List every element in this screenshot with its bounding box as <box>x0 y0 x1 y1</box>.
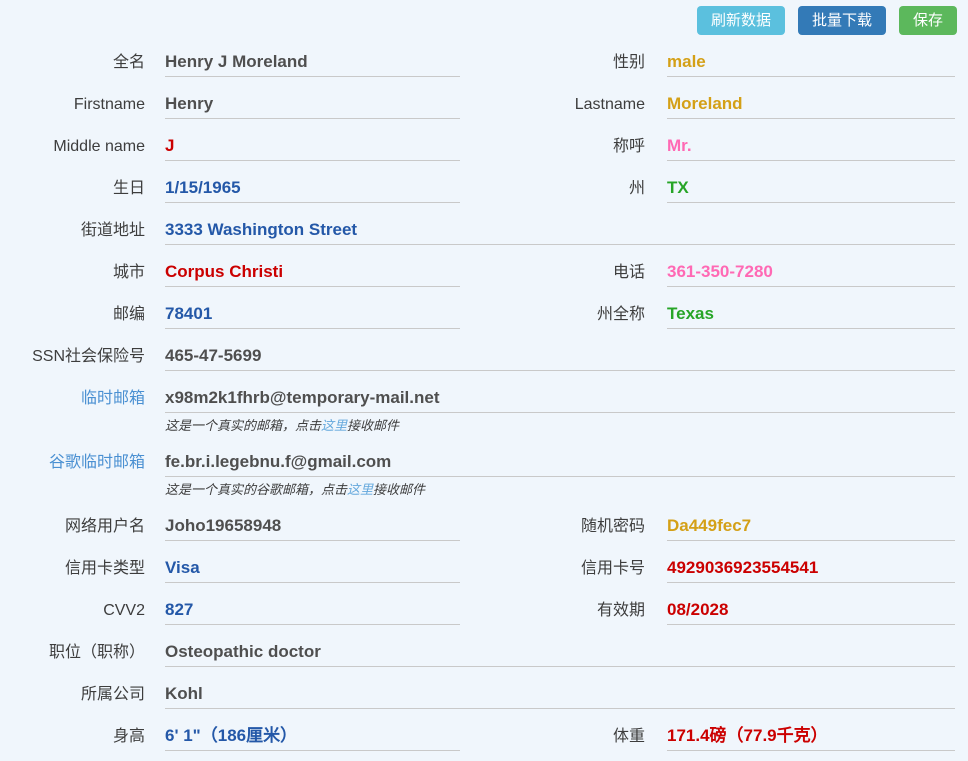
field-state-label: 州 <box>460 178 645 199</box>
row-cvv2-expiry: CVV2 827 有效期 08/2028 <box>0 599 955 625</box>
toolbar: 刷新数据 批量下载 保存 <box>0 0 968 35</box>
gmail-label-link[interactable]: 谷歌临时邮箱 <box>0 452 145 473</box>
field-phone-label: 电话 <box>460 262 645 283</box>
field-firstname-label: Firstname <box>0 94 145 115</box>
field-lastname-label: Lastname <box>460 94 645 115</box>
field-company-value: Kohl <box>165 684 203 703</box>
field-middlename-label: Middle name <box>0 136 145 157</box>
field-fullname-label: 全名 <box>0 52 145 73</box>
field-username-value: Joho19658948 <box>165 516 281 535</box>
row-ssn: SSN社会保险号 465-47-5699 <box>0 345 955 371</box>
field-ccnumber-label: 信用卡号 <box>460 558 645 579</box>
field-birthday-value: 1/15/1965 <box>165 178 241 197</box>
row-cctype-ccnumber: 信用卡类型 Visa 信用卡号 4929036923554541 <box>0 557 955 583</box>
row-fullname-gender: 全名 Henry J Moreland 性别 male <box>0 51 955 77</box>
row-birthday-state: 生日 1/15/1965 州 TX <box>0 177 955 203</box>
field-ssn-value: 465-47-5699 <box>165 346 261 365</box>
field-gender-value: male <box>667 52 706 71</box>
field-statefull-label: 州全称 <box>460 304 645 325</box>
refresh-data-button[interactable]: 刷新数据 <box>697 6 785 35</box>
row-city-phone: 城市 Corpus Christi 电话 361-350-7280 <box>0 261 955 287</box>
row-zipcode-statefull: 邮编 78401 州全称 Texas <box>0 303 955 329</box>
field-cctype-value: Visa <box>165 558 200 577</box>
field-jobtitle-label: 职位（职称） <box>0 642 145 663</box>
field-expiry-label: 有效期 <box>460 600 645 621</box>
field-height-label: 身高 <box>0 726 145 747</box>
field-cvv2-label: CVV2 <box>0 600 145 621</box>
row-firstname-lastname: Firstname Henry Lastname Moreland <box>0 93 955 119</box>
field-weight-label: 体重 <box>460 726 645 747</box>
row-username-password: 网络用户名 Joho19658948 随机密码 Da449fec7 <box>0 515 955 541</box>
field-password-label: 随机密码 <box>460 516 645 537</box>
row-middlename-salutation: Middle name J 称呼 Mr. <box>0 135 955 161</box>
row-company: 所属公司 Kohl <box>0 683 955 709</box>
identity-form: 全名 Henry J Moreland 性别 male Firstname He… <box>0 51 955 751</box>
field-lastname-value: Moreland <box>667 94 743 113</box>
field-phone-value: 361-350-7280 <box>667 262 773 281</box>
field-statefull-value: Texas <box>667 304 714 323</box>
field-gender-label: 性别 <box>460 52 645 73</box>
field-zipcode-label: 邮编 <box>0 304 145 325</box>
field-password-value: Da449fec7 <box>667 516 751 535</box>
row-gmail: 谷歌临时邮箱 fe.br.i.legebnu.f@gmail.com 这是一个真… <box>0 451 955 499</box>
row-height-weight: 身高 6' 1"（186厘米） 体重 171.4磅（77.9千克） <box>0 725 955 751</box>
field-street-value: 3333 Washington Street <box>165 220 357 239</box>
row-street: 街道地址 3333 Washington Street <box>0 219 955 245</box>
field-fullname-value: Henry J Moreland <box>165 52 308 71</box>
field-username-label: 网络用户名 <box>0 516 145 537</box>
field-salutation-value: Mr. <box>667 136 692 155</box>
field-height-value: 6' 1"（186厘米） <box>165 726 297 745</box>
field-cvv2-value: 827 <box>165 600 193 619</box>
field-ssn-label: SSN社会保险号 <box>0 346 145 367</box>
field-gmail-value: fe.br.i.legebnu.f@gmail.com <box>165 452 391 471</box>
field-weight-value: 171.4磅（77.9千克） <box>667 726 828 745</box>
row-jobtitle: 职位（职称） Osteopathic doctor <box>0 641 955 667</box>
field-zipcode-value: 78401 <box>165 304 212 323</box>
field-company-label: 所属公司 <box>0 684 145 705</box>
field-city-label: 城市 <box>0 262 145 283</box>
save-button[interactable]: 保存 <box>899 6 957 35</box>
field-salutation-label: 称呼 <box>460 136 645 157</box>
row-temp-email: 临时邮箱 x98m2k1fhrb@temporary-mail.net 这是一个… <box>0 387 955 435</box>
field-temp-email-value: x98m2k1fhrb@temporary-mail.net <box>165 388 440 407</box>
field-expiry-value: 08/2028 <box>667 600 728 619</box>
field-jobtitle-value: Osteopathic doctor <box>165 642 321 661</box>
field-firstname-value: Henry <box>165 94 213 113</box>
temp-email-note: 这是一个真实的邮箱，点击这里接收邮件 <box>165 417 955 435</box>
batch-download-button[interactable]: 批量下载 <box>798 6 886 35</box>
temp-email-label-link[interactable]: 临时邮箱 <box>0 388 145 409</box>
field-city-value: Corpus Christi <box>165 262 283 281</box>
field-street-label: 街道地址 <box>0 220 145 241</box>
field-birthday-label: 生日 <box>0 178 145 199</box>
gmail-note: 这是一个真实的谷歌邮箱，点击这里接收邮件 <box>165 481 955 499</box>
field-ccnumber-value: 4929036923554541 <box>667 558 818 577</box>
field-middlename-value: J <box>165 136 174 155</box>
temp-email-receive-link[interactable]: 这里 <box>321 418 347 433</box>
gmail-receive-link[interactable]: 这里 <box>347 482 373 497</box>
field-state-value: TX <box>667 178 689 197</box>
field-cctype-label: 信用卡类型 <box>0 558 145 579</box>
